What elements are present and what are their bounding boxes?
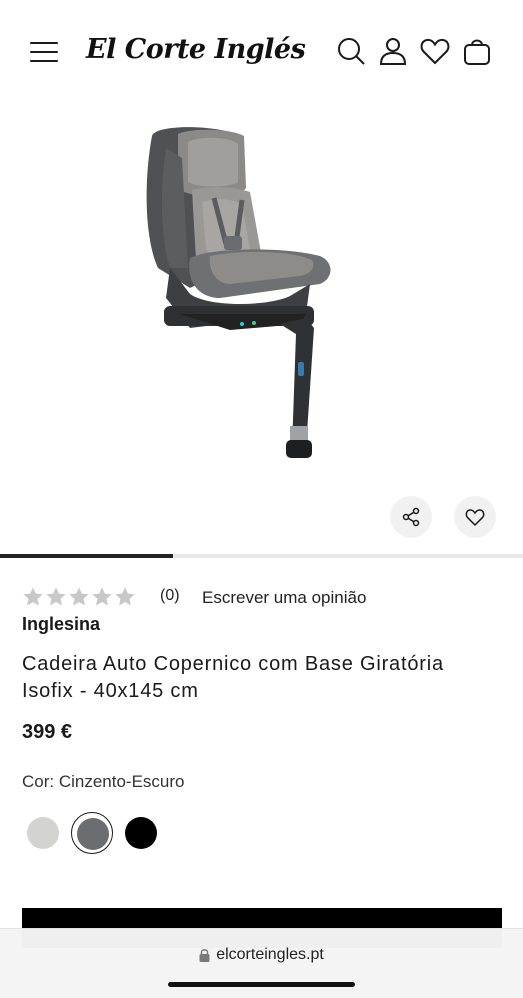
share-icon [402,507,420,527]
star-icon [22,586,44,608]
user-icon[interactable] [378,36,408,66]
color-swatch[interactable] [120,812,162,854]
heart-icon[interactable] [420,36,450,66]
color-swatch-fill [125,817,157,849]
wishlist-button[interactable] [454,496,496,538]
browser-address-bar: elcorteingles.pt [0,928,523,998]
bag-icon[interactable] [462,36,492,66]
star-icon [91,586,113,608]
site-header: El Corte Inglés [0,0,523,100]
rating-row: (0) Escrever uma opinião [22,585,502,609]
selected-color-label: Cor: Cinzento-Escuro [22,772,185,791]
search-icon[interactable] [336,36,366,66]
heart-icon [465,509,485,527]
star-icon [114,586,136,608]
menu-icon[interactable] [30,40,60,64]
star-rating[interactable] [22,586,136,608]
color-swatch[interactable] [22,812,64,854]
star-icon [45,586,67,608]
home-indicator[interactable] [168,982,355,987]
product-brand[interactable]: Inglesina [22,614,100,635]
site-logo[interactable]: El Corte Inglés [86,28,306,72]
url-field[interactable]: elcorteingles.pt [0,943,523,967]
write-review-link[interactable]: Escrever uma opinião [202,587,366,609]
color-swatch-fill [77,818,109,850]
url-text: elcorteingles.pt [216,946,324,963]
gallery-progress-fill [0,554,173,558]
color-swatch-fill [27,817,59,849]
rating-count[interactable]: (0) [160,585,180,607]
star-icon [68,586,90,608]
product-title: Cadeira Auto Copernico com Base Giratóri… [22,653,444,702]
product-image[interactable] [130,118,350,478]
share-button[interactable] [390,496,432,538]
product-price: 399 € [22,721,73,743]
gallery-progress [0,554,523,558]
color-swatch[interactable] [71,812,113,854]
lock-icon [199,948,210,962]
